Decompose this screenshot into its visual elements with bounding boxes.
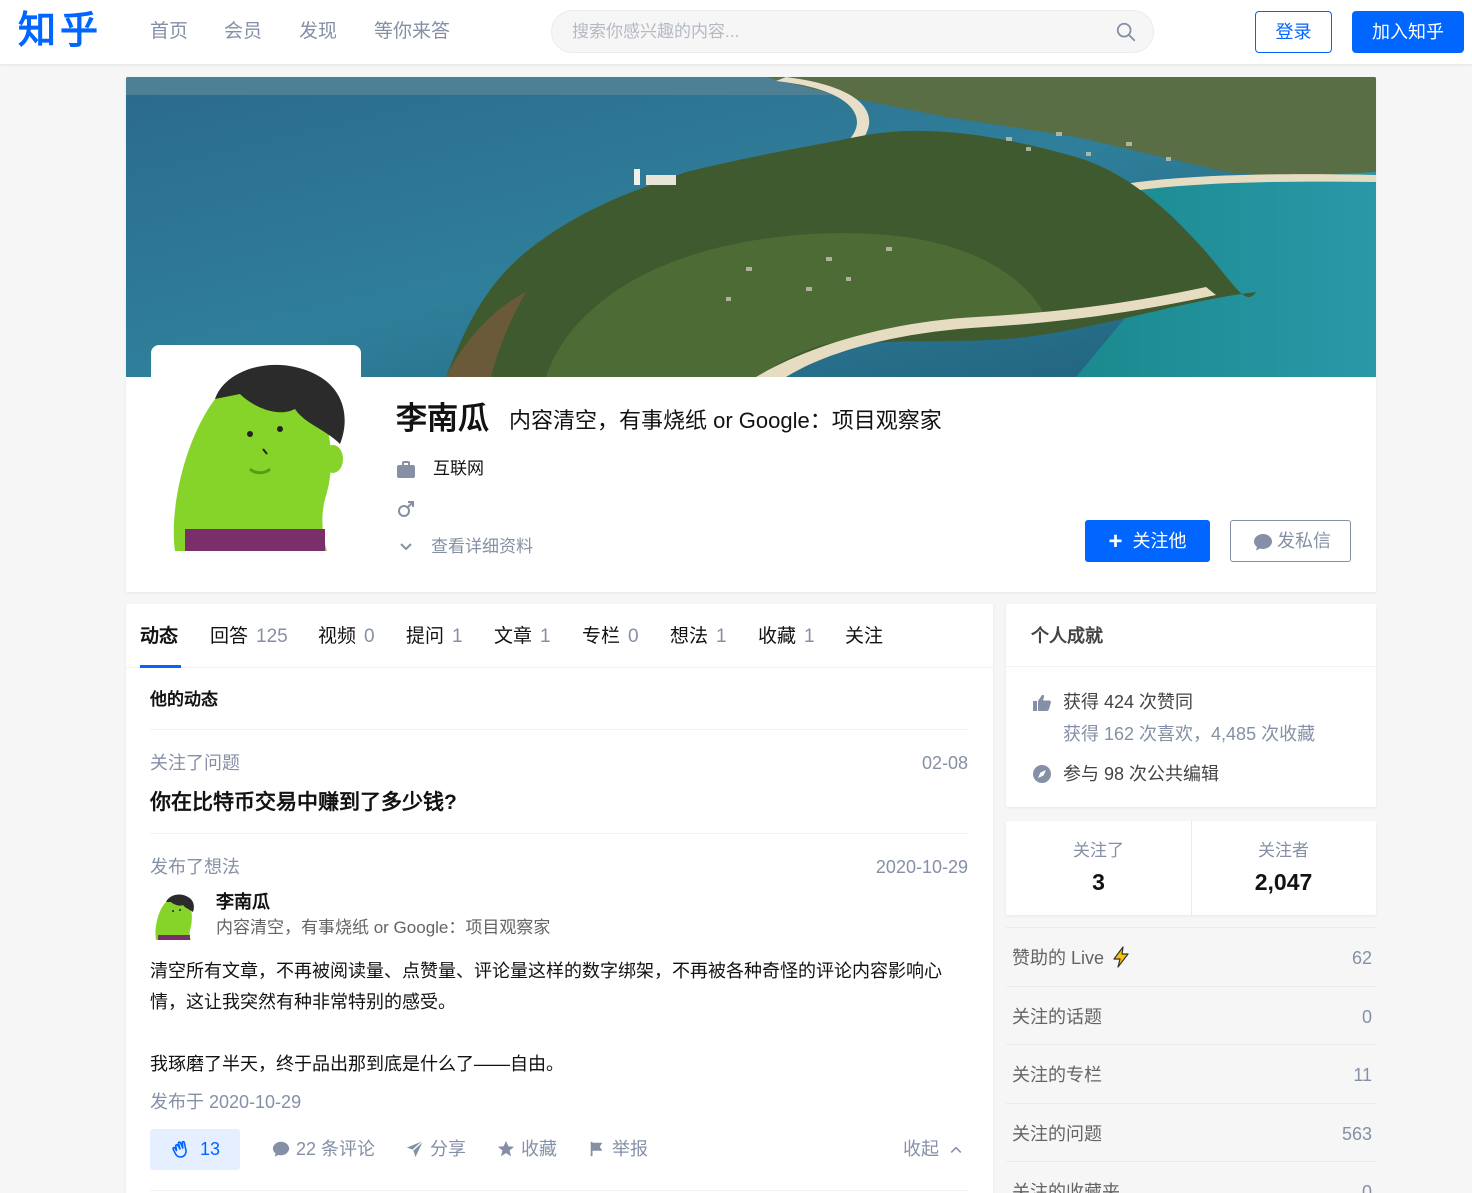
share-button[interactable]: 分享	[406, 1129, 466, 1170]
likes-collects-stat: 获得 162 次喜欢，4,485 次收藏	[1063, 724, 1316, 744]
nav-waiting-answers[interactable]: 等你来答	[374, 20, 450, 44]
side-item-questions[interactable]: 关注的问题 563	[1006, 1103, 1376, 1161]
collect-button[interactable]: 收藏	[497, 1129, 557, 1170]
followers-count: 2,047	[1254, 869, 1313, 895]
side-item-columns[interactable]: 关注的专栏 11	[1006, 1044, 1376, 1102]
chevron-down-icon	[400, 543, 412, 551]
active-tab-indicator	[140, 665, 181, 668]
pin-content-paragraph: 我琢磨了半天，终于品出那到底是什么了——自由。	[150, 1054, 564, 1074]
feed-date: 02-08	[921, 753, 968, 773]
divider	[150, 1190, 968, 1191]
pin-content-paragraph: 清空所有文章，不再被阅读量、点赞量、评论量这样的数字绑架，不再被各种奇怪的评论内…	[150, 961, 942, 1012]
plus-icon: +	[1108, 528, 1123, 555]
lightning-icon	[1113, 946, 1129, 968]
search-icon[interactable]	[1115, 21, 1137, 43]
male-icon	[398, 501, 414, 517]
feed-action-label: 关注了问题	[150, 753, 240, 773]
question-title-link[interactable]: 你在比特币交易中赚到了多少钱?	[150, 789, 457, 817]
divider	[1006, 666, 1376, 667]
pin-action-bar: 13 22 条评论 分享 收藏 举报 收起	[150, 1129, 968, 1171]
industry-text: 互联网	[433, 459, 484, 478]
follow-label: 关注他	[1132, 531, 1187, 551]
side-item-topics[interactable]: 关注的话题 0	[1006, 986, 1376, 1044]
feed-date: 2020-10-29	[875, 857, 968, 877]
profile-header-card: 李南瓜 内容清空，有事烧纸 or Google：项目观察家 互联网 查看详细资料…	[126, 77, 1376, 592]
achievements-card: 个人成就 获得 424 次赞同 获得 162 次喜欢，4,485 次收藏 参与 …	[1006, 604, 1376, 807]
compass-icon	[1033, 765, 1051, 783]
zhihu-logo[interactable]: 知乎	[18, 9, 102, 53]
main-content-card: 动态 回答 125 视频 0 提问 1 文章 1 专栏 0 想法 1 收藏 1 关注 他的动态…	[126, 604, 993, 1193]
avatar-illustration	[155, 349, 357, 551]
share-icon	[406, 1140, 424, 1158]
divider	[150, 729, 968, 730]
tab-collections[interactable]: 收藏 1	[758, 624, 815, 650]
login-button[interactable]: 登录	[1255, 11, 1332, 53]
message-label: 发私信	[1277, 531, 1331, 551]
upvotes-stat: 获得 424 次赞同	[1063, 692, 1194, 712]
flag-icon	[590, 1141, 603, 1157]
report-button[interactable]: 举报	[588, 1129, 648, 1170]
thumbs-up-icon	[1033, 694, 1051, 711]
nav-discover[interactable]: 发现	[299, 20, 337, 44]
following-count: 3	[1092, 869, 1105, 895]
tab-following[interactable]: 关注	[845, 624, 883, 650]
public-edits-stat: 参与 98 次公共编辑	[1063, 764, 1220, 784]
published-date: 发布于 2020-10-29	[150, 1092, 302, 1112]
search-input[interactable]	[572, 21, 1092, 43]
comments-button[interactable]: 22 条评论	[272, 1129, 375, 1170]
user-headline: 内容清空，有事烧纸 or Google：项目观察家	[509, 408, 942, 433]
tab-activities[interactable]: 动态	[140, 624, 178, 650]
following-stat[interactable]: 关注了 3	[1006, 821, 1191, 915]
detail-link[interactable]: 查看详细资料	[431, 536, 533, 558]
user-name: 李南瓜	[396, 401, 489, 436]
tab-answers[interactable]: 回答 125	[210, 624, 288, 650]
follow-button[interactable]: + 关注他	[1085, 520, 1210, 562]
like-count: 13	[200, 1139, 221, 1159]
chat-bubble-icon	[1254, 534, 1272, 551]
search-bar	[551, 10, 1154, 53]
side-item-sponsored-live[interactable]: 赞助的 Live 62	[1006, 927, 1376, 985]
followers-label: 关注者	[1258, 841, 1309, 860]
like-button[interactable]: 13	[150, 1129, 240, 1170]
author-bio: 内容清空，有事烧纸 or Google：项目观察家	[216, 918, 551, 937]
tab-videos[interactable]: 视频 0	[318, 624, 375, 650]
nav-home[interactable]: 首页	[150, 20, 188, 44]
tab-articles[interactable]: 文章 1	[494, 624, 551, 650]
join-button[interactable]: 加入知乎	[1352, 11, 1464, 53]
tab-pins[interactable]: 想法 1	[670, 624, 727, 650]
tab-questions[interactable]: 提问 1	[406, 624, 463, 650]
chevron-up-icon	[950, 1146, 962, 1153]
divider	[150, 833, 968, 834]
nav-membership[interactable]: 会员	[224, 20, 262, 44]
send-message-button[interactable]: 发私信	[1230, 520, 1351, 562]
avatar[interactable]	[151, 345, 361, 555]
follow-stats-card: 关注了 3 关注者 2,047	[1006, 821, 1376, 915]
side-item-collections[interactable]: 关注的收藏夹 0	[1006, 1161, 1376, 1193]
collapse-button[interactable]: 收起	[903, 1129, 964, 1170]
tab-columns[interactable]: 专栏 0	[582, 624, 639, 650]
author-name[interactable]: 李南瓜	[216, 890, 270, 914]
clap-icon	[172, 1140, 187, 1158]
comment-icon	[272, 1141, 290, 1157]
top-navbar: 知乎 首页 会员 发现 等你来答 登录 加入知乎	[0, 0, 1472, 64]
cover-image	[126, 77, 1376, 377]
following-label: 关注了	[1073, 841, 1124, 860]
star-icon	[497, 1140, 515, 1157]
followers-stat[interactable]: 关注者 2,047	[1191, 821, 1376, 915]
feed-section-title: 他的动态	[150, 690, 218, 709]
author-avatar[interactable]	[152, 892, 196, 940]
profile-tabs: 动态 回答 125 视频 0 提问 1 文章 1 专栏 0 想法 1 收藏 1 关注	[126, 604, 993, 668]
achievements-title: 个人成就	[1031, 626, 1103, 646]
feed-action-label: 发布了想法	[150, 857, 240, 877]
briefcase-icon	[397, 461, 415, 478]
